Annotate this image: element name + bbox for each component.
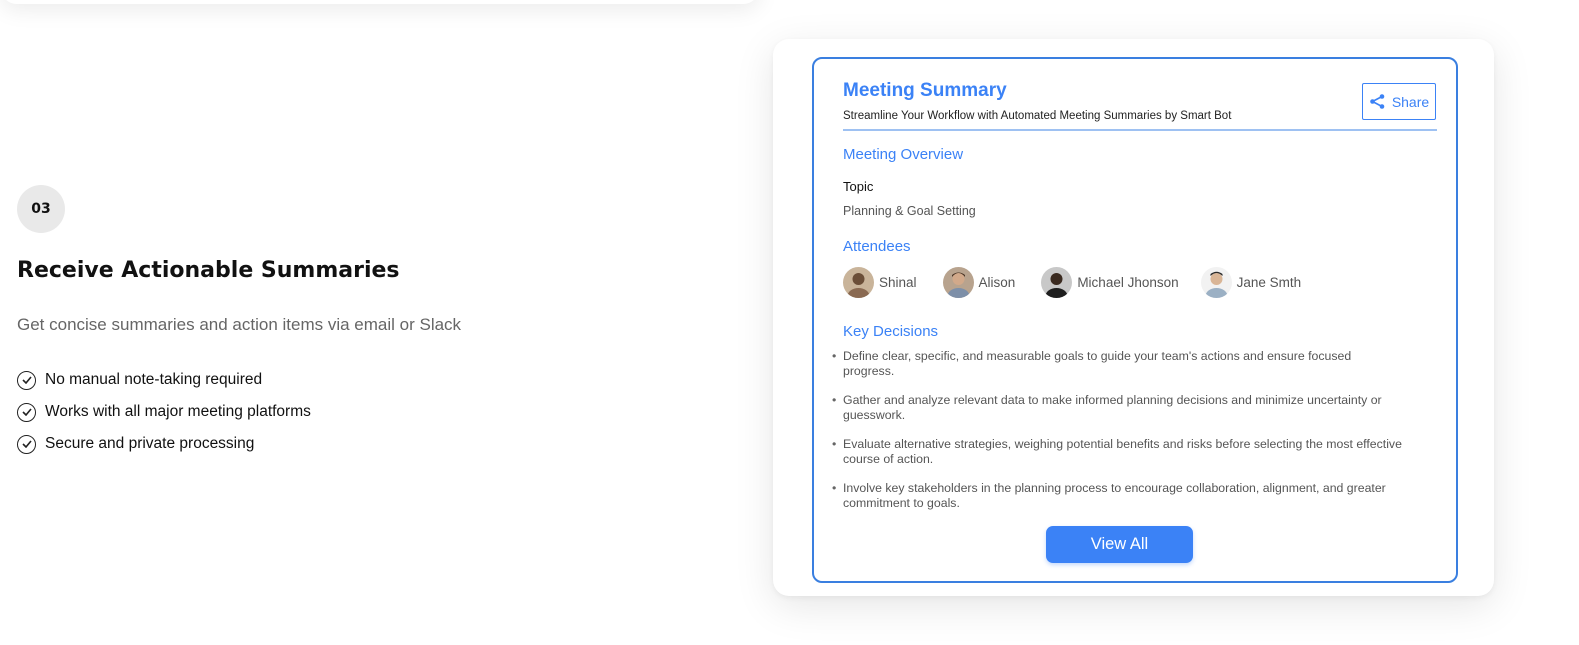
attendee-item: Shinal <box>843 267 917 298</box>
share-label: Share <box>1391 93 1430 110</box>
feature-item: No manual note-taking required <box>17 364 311 396</box>
meeting-overview-heading: Meeting Overview <box>843 146 964 163</box>
avatar <box>1200 267 1232 298</box>
attendee-name: Michael Jhonson <box>1077 275 1179 290</box>
attendee-item: Jane Smth <box>1200 267 1302 298</box>
step-number-badge: 03 <box>17 185 65 233</box>
decision-item: Define clear, specific, and measurable g… <box>832 349 1403 379</box>
section-title: Receive Actionable Summaries <box>17 258 400 283</box>
feature-item: Secure and private processing <box>17 428 311 460</box>
attendee-name: Jane Smth <box>1236 275 1302 290</box>
summary-subtitle: Streamline Your Workflow with Automated … <box>843 110 1232 122</box>
topic-value: Planning & Goal Setting <box>843 204 976 218</box>
key-decisions-heading: Key Decisions <box>843 323 939 340</box>
attendee-item: Michael Jhonson <box>1041 267 1179 298</box>
feature-label: No manual note-taking required <box>45 371 263 388</box>
avatar <box>942 267 974 298</box>
topic-label: Topic <box>843 179 874 194</box>
feature-list: No manual note-taking required Works wit… <box>17 364 311 460</box>
decision-item: Involve key stakeholders in the planning… <box>832 481 1403 511</box>
feature-label: Works with all major meeting platforms <box>45 403 311 420</box>
preview-card: Meeting Summary Streamline Your Workflow… <box>773 39 1494 596</box>
attendees-heading: Attendees <box>843 238 911 255</box>
avatar <box>1041 267 1073 298</box>
check-circle-icon <box>17 370 36 390</box>
avatar <box>843 267 874 298</box>
decision-item: Evaluate alternative strategies, weighin… <box>832 437 1403 467</box>
decision-item: Gather and analyze relevant data to make… <box>832 393 1403 423</box>
section-description: Get concise summaries and action items v… <box>17 315 462 334</box>
meeting-summary-panel: Meeting Summary Streamline Your Workflow… <box>812 57 1458 583</box>
share-icon <box>1370 94 1385 109</box>
top-section-edge <box>0 0 760 4</box>
attendee-name: Shinal <box>879 275 917 290</box>
feature-item: Works with all major meeting platforms <box>17 396 311 428</box>
summary-title: Meeting Summary <box>843 80 1007 101</box>
share-button[interactable]: Share <box>1362 83 1436 120</box>
attendee-name: Alison <box>978 275 1016 290</box>
check-circle-icon <box>17 434 36 454</box>
view-all-button[interactable]: View All <box>1046 526 1193 563</box>
attendee-item: Alison <box>942 267 1016 298</box>
check-circle-icon <box>17 402 36 422</box>
header-divider <box>843 129 1437 131</box>
feature-label: Secure and private processing <box>45 435 255 452</box>
decision-list: Define clear, specific, and measurable g… <box>832 349 1403 525</box>
attendee-list: Shinal Alison Michael Jhonson Jane Smth <box>843 267 1327 298</box>
